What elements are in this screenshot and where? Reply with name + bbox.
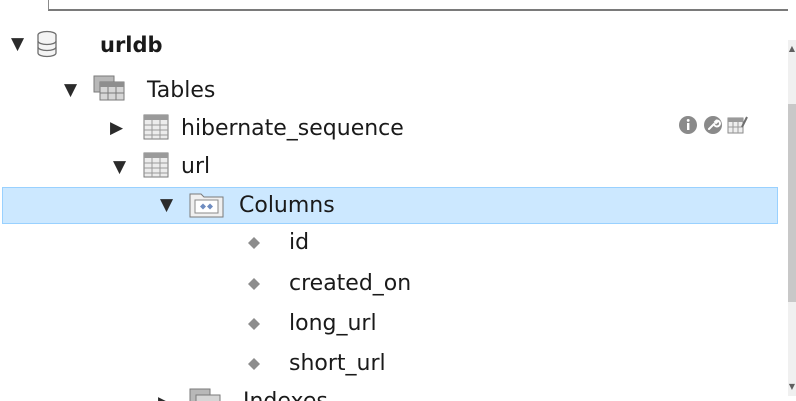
tree-node-indexes-folder[interactable]: ▶ Indexes [0,385,782,401]
tree-node-database[interactable]: ▼ urldb [0,26,782,62]
column-diamond-icon [247,235,261,254]
tree-node-label: hibernate_sequence [181,116,404,141]
expand-arrow-icon[interactable]: ▼ [11,36,24,53]
column-label: created_on [289,271,412,296]
table-icon [143,152,169,182]
scrollbar-thumb[interactable] [788,104,796,302]
column-label: id [289,230,310,255]
column-diamond-icon [247,276,261,295]
column-label: short_url [289,351,386,376]
panel-top-border [48,0,788,11]
scroll-up-arrow-icon[interactable]: ▲ [788,44,796,53]
tree-node-column[interactable]: short_url [0,346,782,382]
tree-node-label: Columns [239,193,335,218]
collapsed-arrow-icon[interactable]: ▶ [110,120,123,137]
tree-node-label: Indexes [243,391,328,401]
column-diamond-icon [247,316,261,335]
expand-arrow-icon[interactable]: ▼ [113,159,126,176]
tree-node-column[interactable]: long_url [0,306,782,342]
column-diamond-icon [247,356,261,375]
tables-folder-icon [92,74,126,108]
tree-node-table[interactable]: ▼ url [0,149,782,185]
database-icon [36,30,58,62]
vertical-scrollbar[interactable]: ▲ ▼ [788,40,796,396]
table-icon [143,114,169,144]
tree-node-columns-folder[interactable]: ▼ Columns [2,187,778,224]
expand-arrow-icon[interactable]: ▼ [160,197,173,214]
expand-arrow-icon[interactable]: ▼ [64,82,77,99]
scroll-down-arrow-icon[interactable]: ▼ [788,382,796,391]
tree-node-tables-folder[interactable]: ▼ Tables [0,72,782,108]
column-label: long_url [289,311,377,336]
collapsed-arrow-icon[interactable]: ▶ [158,395,171,401]
wrench-icon[interactable] [703,115,723,135]
columns-folder-icon [189,191,225,223]
tree-node-column[interactable]: id [0,225,782,261]
tree-node-label: Tables [147,78,216,103]
info-icon[interactable] [678,115,698,135]
indexes-folder-icon [188,387,222,401]
tree-node-table[interactable]: ▶ hibernate_sequence [0,111,782,147]
tree-node-label: urldb [100,33,163,57]
table-data-icon[interactable] [727,115,748,135]
tree-node-label: url [181,154,211,179]
tree-node-column[interactable]: created_on [0,266,782,302]
